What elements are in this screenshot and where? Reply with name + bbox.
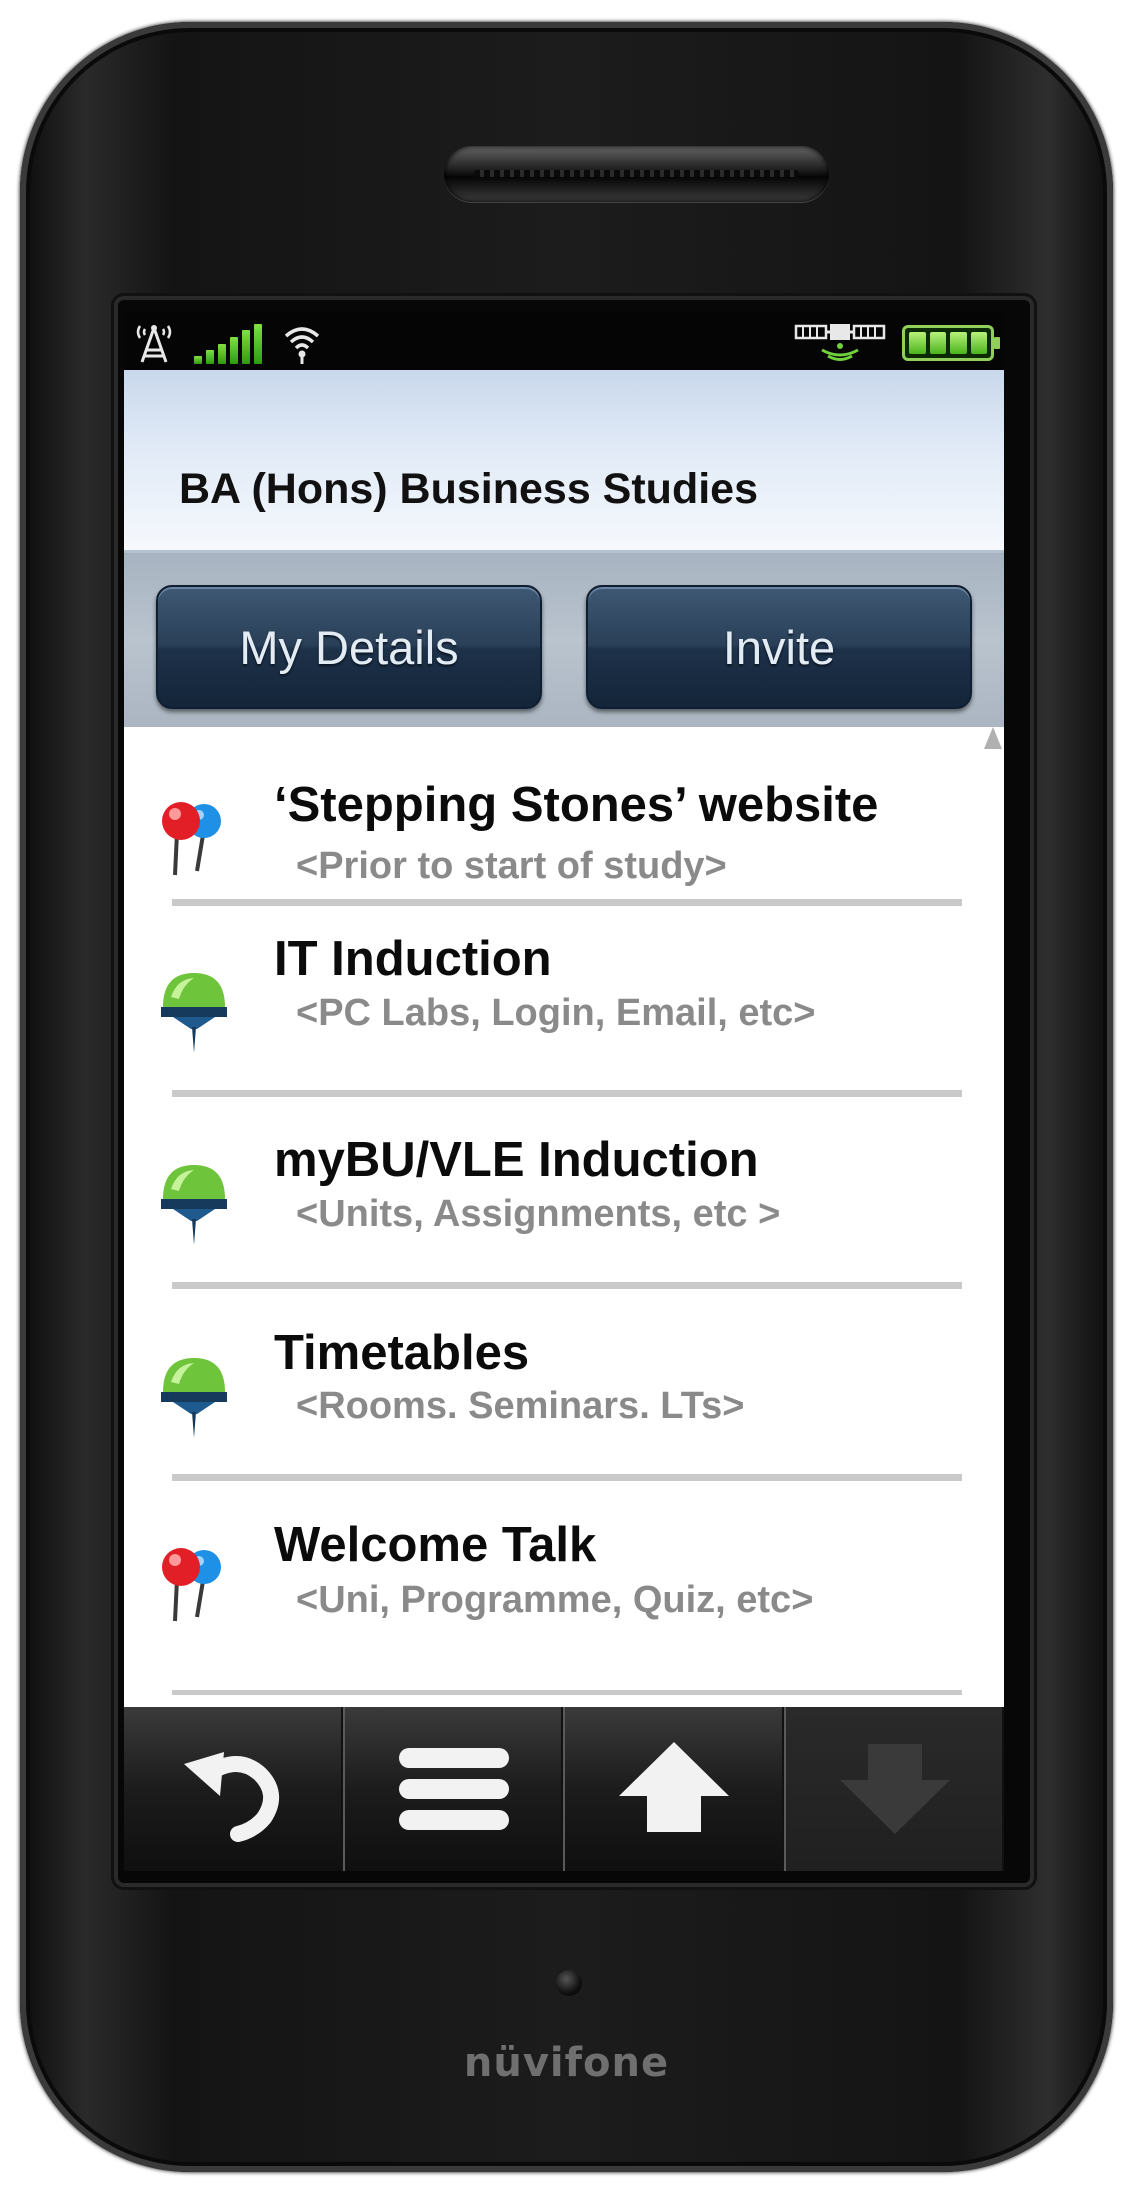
my-details-button[interactable]: My Details <box>156 585 542 709</box>
menu-list: ‘Stepping Stones’ website <Prior to star… <box>124 727 1004 1702</box>
item-subtitle: <Prior to start of study> <box>296 845 727 887</box>
green-pin-icon <box>161 973 227 1053</box>
item-title: Timetables <box>274 1326 530 1380</box>
green-pin-icon <box>161 1165 227 1245</box>
bottom-nav-bar <box>124 1707 1004 1871</box>
red-blue-pins-icon <box>162 802 221 876</box>
menu-button[interactable] <box>345 1707 565 1871</box>
item-title: IT Induction <box>274 932 552 986</box>
item-title: ‘Stepping Stones’ website <box>274 778 879 832</box>
battery-icon <box>902 325 1000 361</box>
divider <box>172 1282 962 1289</box>
list-item-mybu-vle[interactable]: myBU/VLE Induction <Units, Assignments, … <box>124 1097 1004 1277</box>
satellite-icon <box>794 324 886 361</box>
divider <box>172 1690 962 1695</box>
status-bar <box>124 312 1004 370</box>
divider <box>172 1474 962 1481</box>
back-button[interactable] <box>124 1707 345 1871</box>
item-subtitle: <Units, Assignments, etc > <box>296 1193 781 1235</box>
signal-bars-icon <box>194 324 262 364</box>
item-title: myBU/VLE Induction <box>274 1133 759 1187</box>
list-item-timetables[interactable]: Timetables <Rooms. Seminars. LTs> <box>124 1289 1004 1465</box>
red-blue-pins-icon <box>162 1548 221 1622</box>
scroll-up-button[interactable] <box>565 1707 786 1871</box>
title-bar: BA (Hons) Business Studies <box>124 370 1004 553</box>
earpiece-speaker <box>444 146 829 202</box>
page-title: BA (Hons) Business Studies <box>179 465 758 513</box>
invite-button[interactable]: Invite <box>586 585 972 709</box>
item-title: Welcome Talk <box>274 1518 597 1572</box>
list-item-welcome-talk[interactable]: Welcome Talk <Uni, Programme, Quiz, etc> <box>124 1481 1004 1661</box>
scroll-up-icon <box>619 1742 730 1832</box>
front-camera <box>556 1970 582 1996</box>
list-item-stepping-stones[interactable]: ‘Stepping Stones’ website <Prior to star… <box>124 727 1004 907</box>
brand-logo: nüvifone <box>463 2040 670 2086</box>
antenna-icon <box>136 325 172 363</box>
button-bar: My Details Invite <box>124 553 1004 727</box>
scroll-down-button[interactable] <box>785 1707 1004 1871</box>
item-subtitle: <PC Labs, Login, Email, etc> <box>296 992 816 1034</box>
screen: BA (Hons) Business Studies My Details In… <box>124 312 1004 1871</box>
divider <box>172 899 962 906</box>
divider <box>172 1090 962 1097</box>
scroll-down-icon <box>839 1744 950 1834</box>
item-subtitle: <Rooms. Seminars. LTs> <box>296 1385 745 1427</box>
item-subtitle: <Uni, Programme, Quiz, etc> <box>296 1579 814 1621</box>
wifi-icon <box>284 327 320 364</box>
back-icon <box>184 1752 280 1842</box>
menu-icon <box>398 1748 509 1830</box>
list-item-it-induction[interactable]: IT Induction <PC Labs, Login, Email, etc… <box>124 907 1004 1087</box>
